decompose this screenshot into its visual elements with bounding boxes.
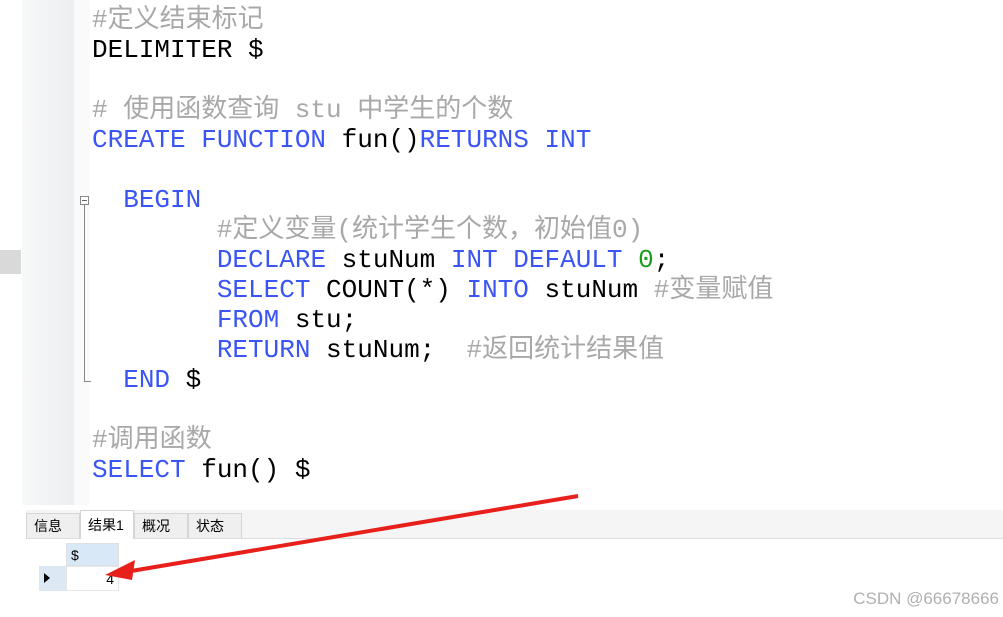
arrow-head <box>105 560 135 580</box>
annotation-arrow <box>105 494 579 580</box>
arrow-shaft <box>124 494 579 574</box>
watermark: CSDN @66678666 <box>853 589 999 608</box>
